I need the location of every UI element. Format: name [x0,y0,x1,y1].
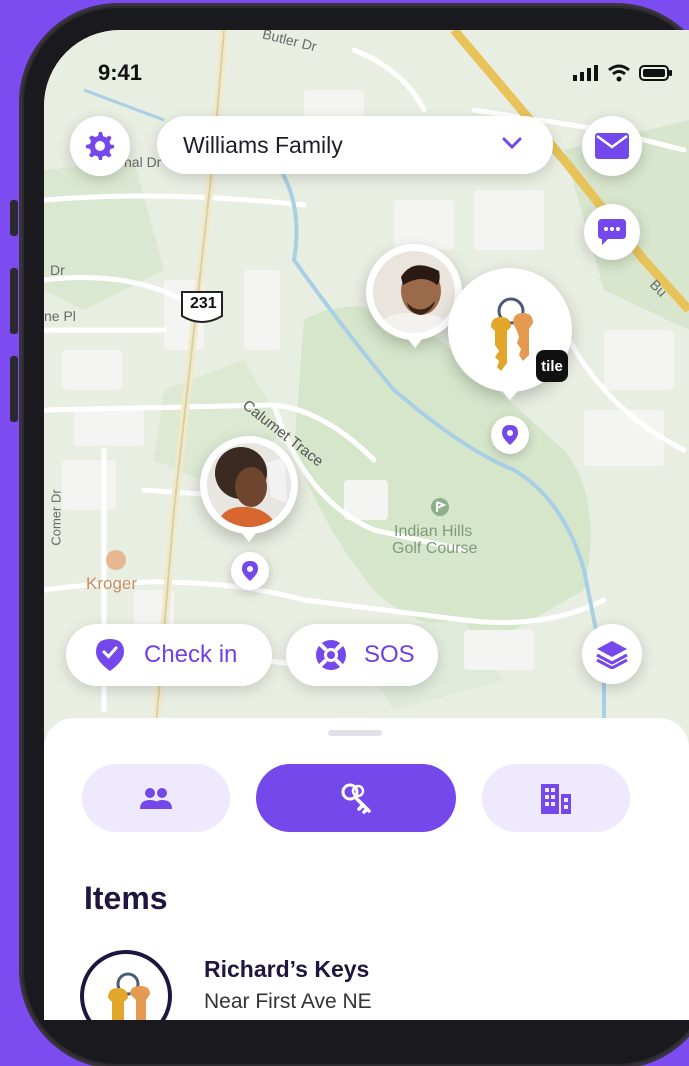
tab-places[interactable] [482,764,630,832]
item-pointer [498,386,522,400]
messages-button[interactable] [582,116,642,176]
wifi-icon [608,64,630,82]
map-layers-button[interactable] [582,624,642,684]
item-location-pin[interactable] [491,416,529,454]
gear-icon [86,132,114,160]
bottom-sheet: Items Richard’s Keys Near First Ave NE [44,718,689,1020]
map-label-pl: ne Pl [44,308,76,324]
item-marker-keys[interactable]: tile [448,268,572,392]
app-screen: Butler Dr nal Dr Dr ne Pl 231 Calumet Tr… [44,30,689,1020]
map-label-comer: Comer Dr [48,489,64,546]
man-photo [373,251,455,333]
battery-icon [639,65,672,81]
map-label-dr: Dr [50,262,65,278]
settings-button[interactable] [70,116,130,176]
chat-bubble-icon [598,219,626,245]
woman-photo [207,443,291,527]
list-item[interactable]: Richard’s Keys Near First Ave NE [80,944,660,1020]
sos-button[interactable]: SOS [286,624,438,686]
items-heading: Items [84,880,168,916]
chevron-down-icon [502,137,522,150]
building-icon [541,784,571,814]
map-label-nal: nal Dr [124,154,162,170]
item-location: Near First Ave NE [204,990,372,1013]
status-bar: 9:41 [44,30,689,110]
tab-items[interactable] [256,764,456,832]
check-pin-icon [96,639,124,671]
map-label-golf-course-1: Indian Hills [394,523,473,540]
member-location-pin[interactable] [231,552,269,590]
layers-icon [596,641,628,669]
sheet-handle[interactable] [328,730,382,736]
map-label-golf-course-2: Golf Course [392,540,478,557]
mail-icon [595,133,629,159]
tab-people[interactable] [82,764,230,832]
silent-switch [10,200,18,236]
sos-label: SOS [364,641,415,668]
map-label-kroger: Kroger [86,574,138,593]
status-time: 9:41 [98,60,143,85]
member-avatar-woman[interactable] [200,436,298,534]
check-in-button[interactable]: Check in [66,624,272,686]
avatar-pointer [404,334,426,348]
map-pin-icon [502,425,518,445]
volume-down-button [10,356,18,422]
map-pin-icon [242,561,258,581]
cellular-signal-icon [573,65,598,81]
chat-button[interactable] [584,204,640,260]
lifebuoy-icon [316,640,346,670]
avatar-pointer-2 [238,528,260,542]
map-label-route: 231 [190,295,217,312]
item-avatar [80,950,172,1020]
check-in-label: Check in [144,641,238,668]
tile-badge-text: tile [541,357,563,375]
people-icon [140,788,172,809]
family-name: Williams Family [183,131,343,158]
keys-icon [341,783,371,814]
tile-badge: tile [536,350,568,382]
item-name: Richard’s Keys [204,956,370,982]
keys-thumbnail [108,972,150,1020]
family-selector[interactable]: Williams Family [157,116,553,174]
volume-up-button [10,268,18,334]
